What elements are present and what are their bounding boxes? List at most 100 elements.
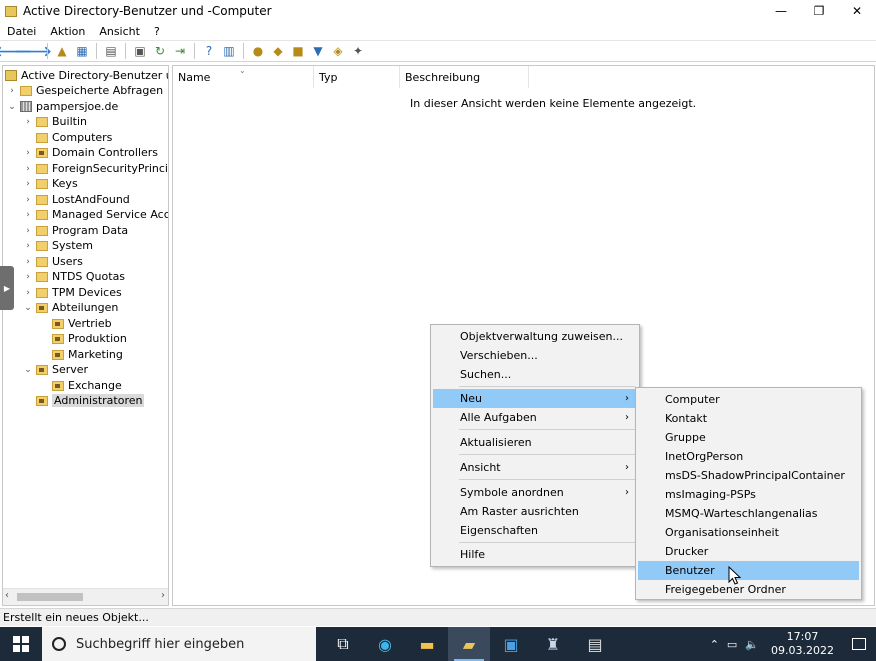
new-ou-icon[interactable]: ■ [289,42,307,60]
menu-datei[interactable]: Datei [0,25,43,38]
menu-item-all-tasks[interactable]: Alle Aufgaben › [433,408,637,427]
notepad-icon[interactable]: ▤ [574,627,616,661]
minimize-button[interactable]: — [762,0,800,22]
network-icon[interactable]: ▭ [723,638,741,651]
clipboard-icon[interactable]: ▤ [102,42,120,60]
forward-arrow-icon[interactable]: 🡒 [14,42,52,60]
expand-chevron-icon[interactable]: › [23,195,33,205]
new-user-icon[interactable]: ● [249,42,267,60]
notification-center-button[interactable] [842,627,876,661]
tree-item-lost-and-found[interactable]: › LostAndFound [23,192,130,207]
tree-item-program-data[interactable]: › Program Data [23,223,128,238]
server-manager-icon[interactable]: ♜ [532,627,574,661]
tree-horizontal-scrollbar[interactable]: ‹ › [3,588,168,605]
tree-item-produktion[interactable]: Produktion [39,331,127,346]
expand-chevron-icon[interactable]: › [23,210,33,220]
submenu-item-ou[interactable]: Organisationseinheit [638,523,859,542]
tree-item-exchange[interactable]: Exchange [39,378,122,393]
menu-item-align-grid[interactable]: Am Raster ausrichten [433,502,637,521]
menu-ansicht[interactable]: Ansicht [92,25,147,38]
show-tree-icon[interactable]: ▦ [73,42,91,60]
expand-chevron-icon[interactable]: › [23,179,33,189]
volume-muted-icon[interactable]: 🔈 [741,638,763,651]
menu-item-properties[interactable]: Eigenschaften [433,521,637,540]
expand-chevron-icon[interactable]: › [23,288,33,298]
column-header-typ[interactable]: Typ [314,66,400,88]
tree-item-builtin[interactable]: › Builtin [23,114,87,129]
tree-pane[interactable]: Active Directory-Benutzer und -Computer … [2,65,169,606]
submenu-item-group[interactable]: Gruppe [638,428,859,447]
close-button[interactable]: ✕ [838,0,876,22]
edge-browser-icon[interactable]: ◉ [364,627,406,661]
filter-icon[interactable]: ▼ [309,42,327,60]
column-header-beschreibung[interactable]: Beschreibung [400,66,529,88]
tree-item-administratoren[interactable]: Administratoren [23,393,145,408]
scrollbar-thumb[interactable] [17,593,83,601]
submenu-item-imaging-psps[interactable]: msImaging-PSPs [638,485,859,504]
expand-chevron-icon[interactable]: › [23,148,33,158]
tree-item-computers[interactable]: Computers [23,130,112,145]
contact-card-icon[interactable]: ▣ [490,627,532,661]
maximize-button[interactable]: ❐ [800,0,838,22]
tree-item-saved-queries[interactable]: › Gespeicherte Abfragen [7,83,163,98]
submenu-item-msmq-alias[interactable]: MSMQ-Warteschlangenalias [638,504,859,523]
tree-item-domain-controllers[interactable]: › Domain Controllers [23,145,158,160]
submenu-item-printer[interactable]: Drucker [638,542,859,561]
tree-item-domain[interactable]: ⌄ pampersjoe.de [7,99,118,114]
tree-item-users[interactable]: › Users [23,254,83,269]
up-folder-icon[interactable]: ▲ [53,42,71,60]
tree-item-keys[interactable]: › Keys [23,176,78,191]
submenu-item-contact[interactable]: Kontakt [638,409,859,428]
expand-chevron-icon[interactable]: › [23,272,33,282]
task-view-icon[interactable]: ⧉ [322,627,364,661]
tree-item-foreign-security-principals[interactable]: › ForeignSecurityPrincipals [23,161,168,176]
console-icon[interactable]: ▥ [220,42,238,60]
menu-item-new[interactable]: Neu › [433,389,637,408]
tree-root[interactable]: Active Directory-Benutzer und -Computer [5,68,168,83]
expand-chevron-icon[interactable]: › [23,257,33,267]
taskbar-search-box[interactable]: Suchbegriff hier eingeben [42,627,316,661]
refresh-icon[interactable]: ↻ [151,42,169,60]
submenu-item-inetorgperson[interactable]: InetOrgPerson [638,447,859,466]
menu-item-delegate-control[interactable]: Objektverwaltung zuweisen... [433,327,637,346]
start-button[interactable] [0,627,42,661]
tree-item-marketing[interactable]: Marketing [39,347,123,362]
export-list-icon[interactable]: ⇥ [171,42,189,60]
side-panel-toggle[interactable]: ▶ [0,266,14,310]
menu-item-arrange-icons[interactable]: Symbole anordnen › [433,483,637,502]
menu-help[interactable]: ? [147,25,167,38]
add-to-group-icon[interactable]: ✦ [349,42,367,60]
properties-icon[interactable]: ▣ [131,42,149,60]
expand-chevron-icon[interactable]: › [23,164,33,174]
scroll-left-icon[interactable]: ‹ [5,590,9,601]
submenu-item-shared-folder[interactable]: Freigegebener Ordner [638,580,859,599]
menu-aktion[interactable]: Aktion [43,25,92,38]
tree-item-system[interactable]: › System [23,238,93,253]
menu-item-view[interactable]: Ansicht › [433,458,637,477]
expand-chevron-icon[interactable]: › [23,226,33,236]
expand-chevron-icon[interactable]: › [23,241,33,251]
tree-item-vertrieb[interactable]: Vertrieb [39,316,112,331]
submenu-item-computer[interactable]: Computer [638,390,859,409]
expand-chevron-icon[interactable]: › [7,86,17,96]
file-explorer-icon[interactable]: ▬ [406,627,448,661]
menu-item-move[interactable]: Verschieben... [433,346,637,365]
tree-item-abteilungen[interactable]: ⌄ Abteilungen [23,300,118,315]
collapse-chevron-icon[interactable]: ⌄ [23,365,33,375]
collapse-chevron-icon[interactable]: ⌄ [23,303,33,313]
ad-users-computers-icon[interactable]: ▰ [448,627,490,661]
menu-item-help[interactable]: Hilfe [433,545,637,564]
scroll-right-icon[interactable]: › [161,590,165,601]
tree-item-ntds-quotas[interactable]: › NTDS Quotas [23,269,125,284]
collapse-chevron-icon[interactable]: ⌄ [7,102,17,112]
tree-item-tpm-devices[interactable]: › TPM Devices [23,285,122,300]
menu-item-refresh[interactable]: Aktualisieren [433,433,637,452]
expand-chevron-icon[interactable]: › [23,117,33,127]
clock[interactable]: 17:07 09.03.2022 [763,630,842,658]
find-icon[interactable]: ◈ [329,42,347,60]
menu-item-find[interactable]: Suchen... [433,365,637,384]
submenu-item-shadow-principal-container[interactable]: msDS-ShadowPrincipalContainer [638,466,859,485]
tree-item-server[interactable]: ⌄ Server [23,362,88,377]
new-group-icon[interactable]: ◆ [269,42,287,60]
tray-expand-icon[interactable]: ⌃ [706,638,723,651]
